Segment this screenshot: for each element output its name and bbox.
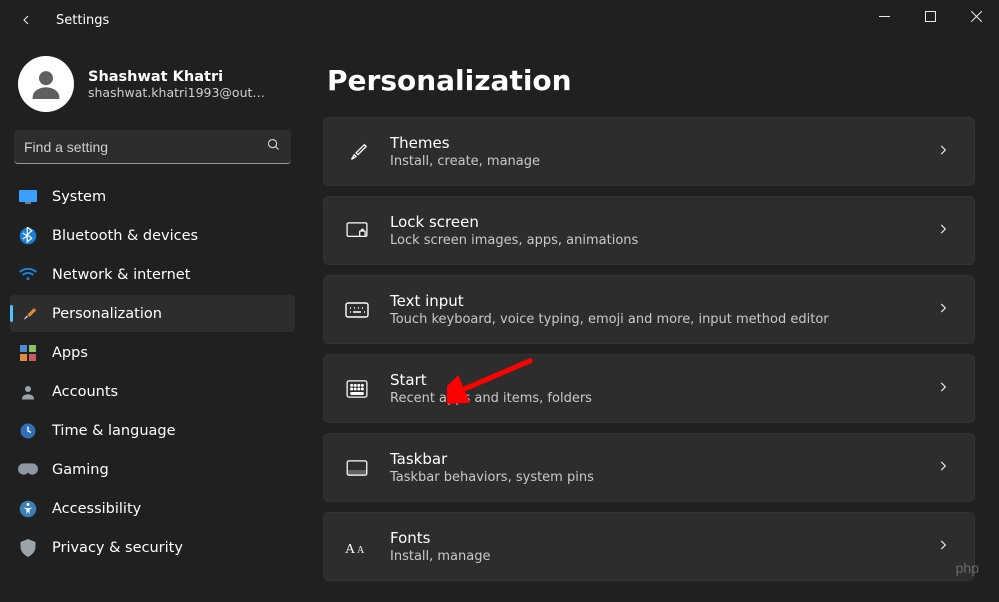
card-taskbar[interactable]: Taskbar Taskbar behaviors, system pins (323, 433, 975, 502)
card-title: Themes (390, 134, 916, 152)
card-title: Start (390, 371, 916, 389)
card-start[interactable]: Start Recent apps and items, folders (323, 354, 975, 423)
card-fonts[interactable]: AA Fonts Install, manage (323, 512, 975, 581)
sidebar-item-network[interactable]: Network & internet (10, 256, 295, 293)
sidebar-item-label: System (52, 189, 106, 205)
fonts-icon: AA (344, 538, 370, 556)
apps-icon (18, 343, 38, 363)
display-icon (18, 187, 38, 207)
card-title: Taskbar (390, 450, 916, 468)
sidebar-item-system[interactable]: System (10, 178, 295, 215)
card-desc: Install, create, manage (390, 154, 916, 169)
sidebar-item-bluetooth[interactable]: Bluetooth & devices (10, 217, 295, 254)
chevron-right-icon (936, 142, 950, 161)
sidebar-item-accounts[interactable]: Accounts (10, 373, 295, 410)
wifi-icon (18, 265, 38, 285)
chevron-right-icon (936, 221, 950, 240)
sidebar-item-gaming[interactable]: Gaming (10, 451, 295, 488)
main-content: Personalization Themes Install, create, … (305, 40, 999, 602)
sidebar-item-privacy[interactable]: Privacy & security (10, 529, 295, 566)
taskbar-icon (344, 460, 370, 476)
page-title: Personalization (327, 64, 975, 97)
back-button[interactable] (18, 12, 34, 28)
sidebar-item-accessibility[interactable]: Accessibility (10, 490, 295, 527)
svg-text:A: A (345, 542, 356, 556)
sidebar-item-label: Personalization (52, 306, 162, 322)
user-card[interactable]: Shashwat Khatri shashwat.khatri1993@out… (10, 40, 295, 130)
card-desc: Lock screen images, apps, animations (390, 233, 916, 248)
chevron-right-icon (936, 300, 950, 319)
sidebar-item-apps[interactable]: Apps (10, 334, 295, 371)
user-name: Shashwat Khatri (88, 69, 265, 85)
user-email: shashwat.khatri1993@out… (88, 85, 265, 100)
sidebar-item-label: Bluetooth & devices (52, 228, 198, 244)
sidebar-item-personalization[interactable]: Personalization (10, 295, 295, 332)
maximize-button[interactable] (907, 0, 953, 32)
sidebar-item-label: Accounts (52, 384, 118, 400)
card-desc: Recent apps and items, folders (390, 391, 916, 406)
sidebar-item-time[interactable]: Time & language (10, 412, 295, 449)
themes-icon (344, 141, 370, 163)
keyboard-icon (344, 302, 370, 318)
sidebar-item-label: Gaming (52, 462, 109, 478)
card-title: Text input (390, 292, 916, 310)
person-icon (18, 382, 38, 402)
search-input[interactable] (14, 130, 291, 164)
card-desc: Touch keyboard, voice typing, emoji and … (390, 312, 916, 327)
sidebar-item-label: Apps (52, 345, 88, 361)
sidebar: Shashwat Khatri shashwat.khatri1993@out…… (0, 40, 305, 602)
card-themes[interactable]: Themes Install, create, manage (323, 117, 975, 186)
accessibility-icon (18, 499, 38, 519)
close-button[interactable] (953, 0, 999, 32)
bluetooth-icon (18, 226, 38, 246)
card-lock-screen[interactable]: Lock screen Lock screen images, apps, an… (323, 196, 975, 265)
watermark: php (956, 560, 979, 576)
search-field[interactable] (24, 139, 266, 155)
minimize-button[interactable] (861, 0, 907, 32)
chevron-right-icon (936, 379, 950, 398)
window-controls (861, 0, 999, 40)
card-title: Fonts (390, 529, 916, 547)
nav: System Bluetooth & devices Network & int… (10, 178, 295, 566)
card-title: Lock screen (390, 213, 916, 231)
gamepad-icon (18, 460, 38, 480)
brush-icon (18, 304, 38, 324)
card-desc: Install, manage (390, 549, 916, 564)
start-icon (344, 380, 370, 398)
sidebar-item-label: Time & language (52, 423, 176, 439)
avatar (18, 56, 74, 112)
sidebar-item-label: Network & internet (52, 267, 190, 283)
titlebar: Settings (0, 0, 999, 40)
search-icon (266, 137, 281, 156)
window-title: Settings (48, 13, 109, 28)
chevron-right-icon (936, 537, 950, 556)
lockscreen-icon (344, 222, 370, 240)
shield-icon (18, 538, 38, 558)
card-desc: Taskbar behaviors, system pins (390, 470, 916, 485)
svg-text:A: A (357, 545, 365, 556)
card-text-input[interactable]: Text input Touch keyboard, voice typing,… (323, 275, 975, 344)
sidebar-item-label: Accessibility (52, 501, 141, 517)
chevron-right-icon (936, 458, 950, 477)
clock-icon (18, 421, 38, 441)
sidebar-item-label: Privacy & security (52, 540, 183, 556)
